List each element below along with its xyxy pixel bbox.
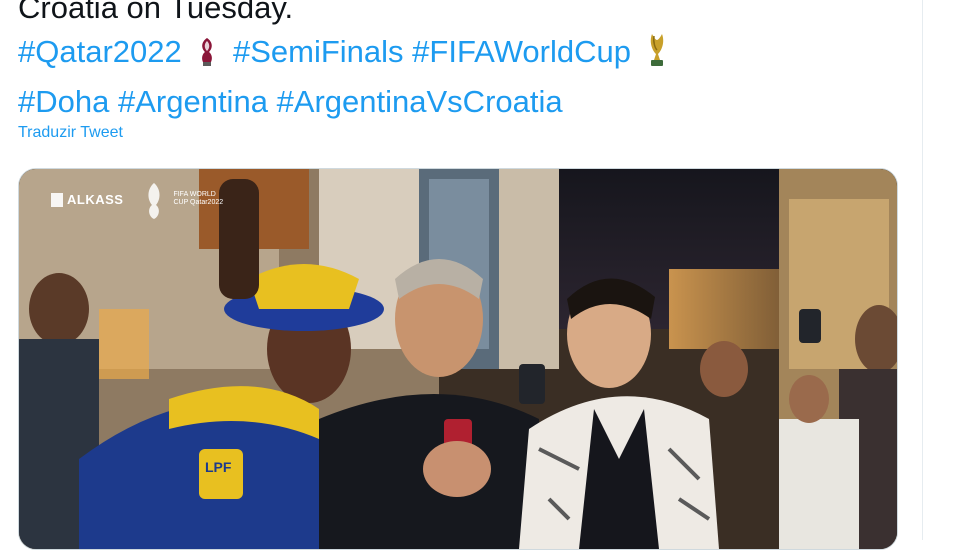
tweet-line-2: #Qatar2022 #SemiFinals #FIFAWorldCup [18,30,898,80]
video-frame [19,169,897,549]
broadcaster-name: ALKASS [67,191,124,207]
hashtag-semifinals[interactable]: #SemiFinals [233,34,404,69]
tweet-line-3: #Doha #Argentina #ArgentinaVsCroatia [18,80,898,124]
shirt-badge: LPF [205,459,232,475]
hashtag-argentina[interactable]: #Argentina [118,84,268,119]
trophy-icon [646,32,668,80]
tweet-column: Croatia on Tuesday. #Qatar2022 #SemiFina… [0,0,922,550]
tweet-text-fragment: Croatia on Tuesday. [18,0,294,25]
world-cup-emblem-icon [196,36,218,80]
event-badge: FIFA WORLD CUP Qatar2022 [173,191,224,206]
translate-tweet-link[interactable]: Traduzir Tweet [18,124,123,142]
hashtag-fifaworldcup[interactable]: #FIFAWorldCup [412,34,631,69]
hashtag-doha[interactable]: #Doha [18,84,109,119]
hashtag-argentinavscroatia[interactable]: #ArgentinaVsCroatia [277,84,563,119]
column-divider [922,0,923,540]
hashtag-qatar2022[interactable]: #Qatar2022 [18,34,182,69]
broadcaster-overlay: ALKASS FIFA WORLD CUP Qatar2022 [47,191,229,207]
tweet-line-1: Croatia on Tuesday. [18,0,898,30]
tweet-media-video[interactable]: ALKASS FIFA WORLD CUP Qatar2022 LPF [18,168,898,550]
tweet-text: Croatia on Tuesday. #Qatar2022 #SemiFina… [18,0,898,124]
